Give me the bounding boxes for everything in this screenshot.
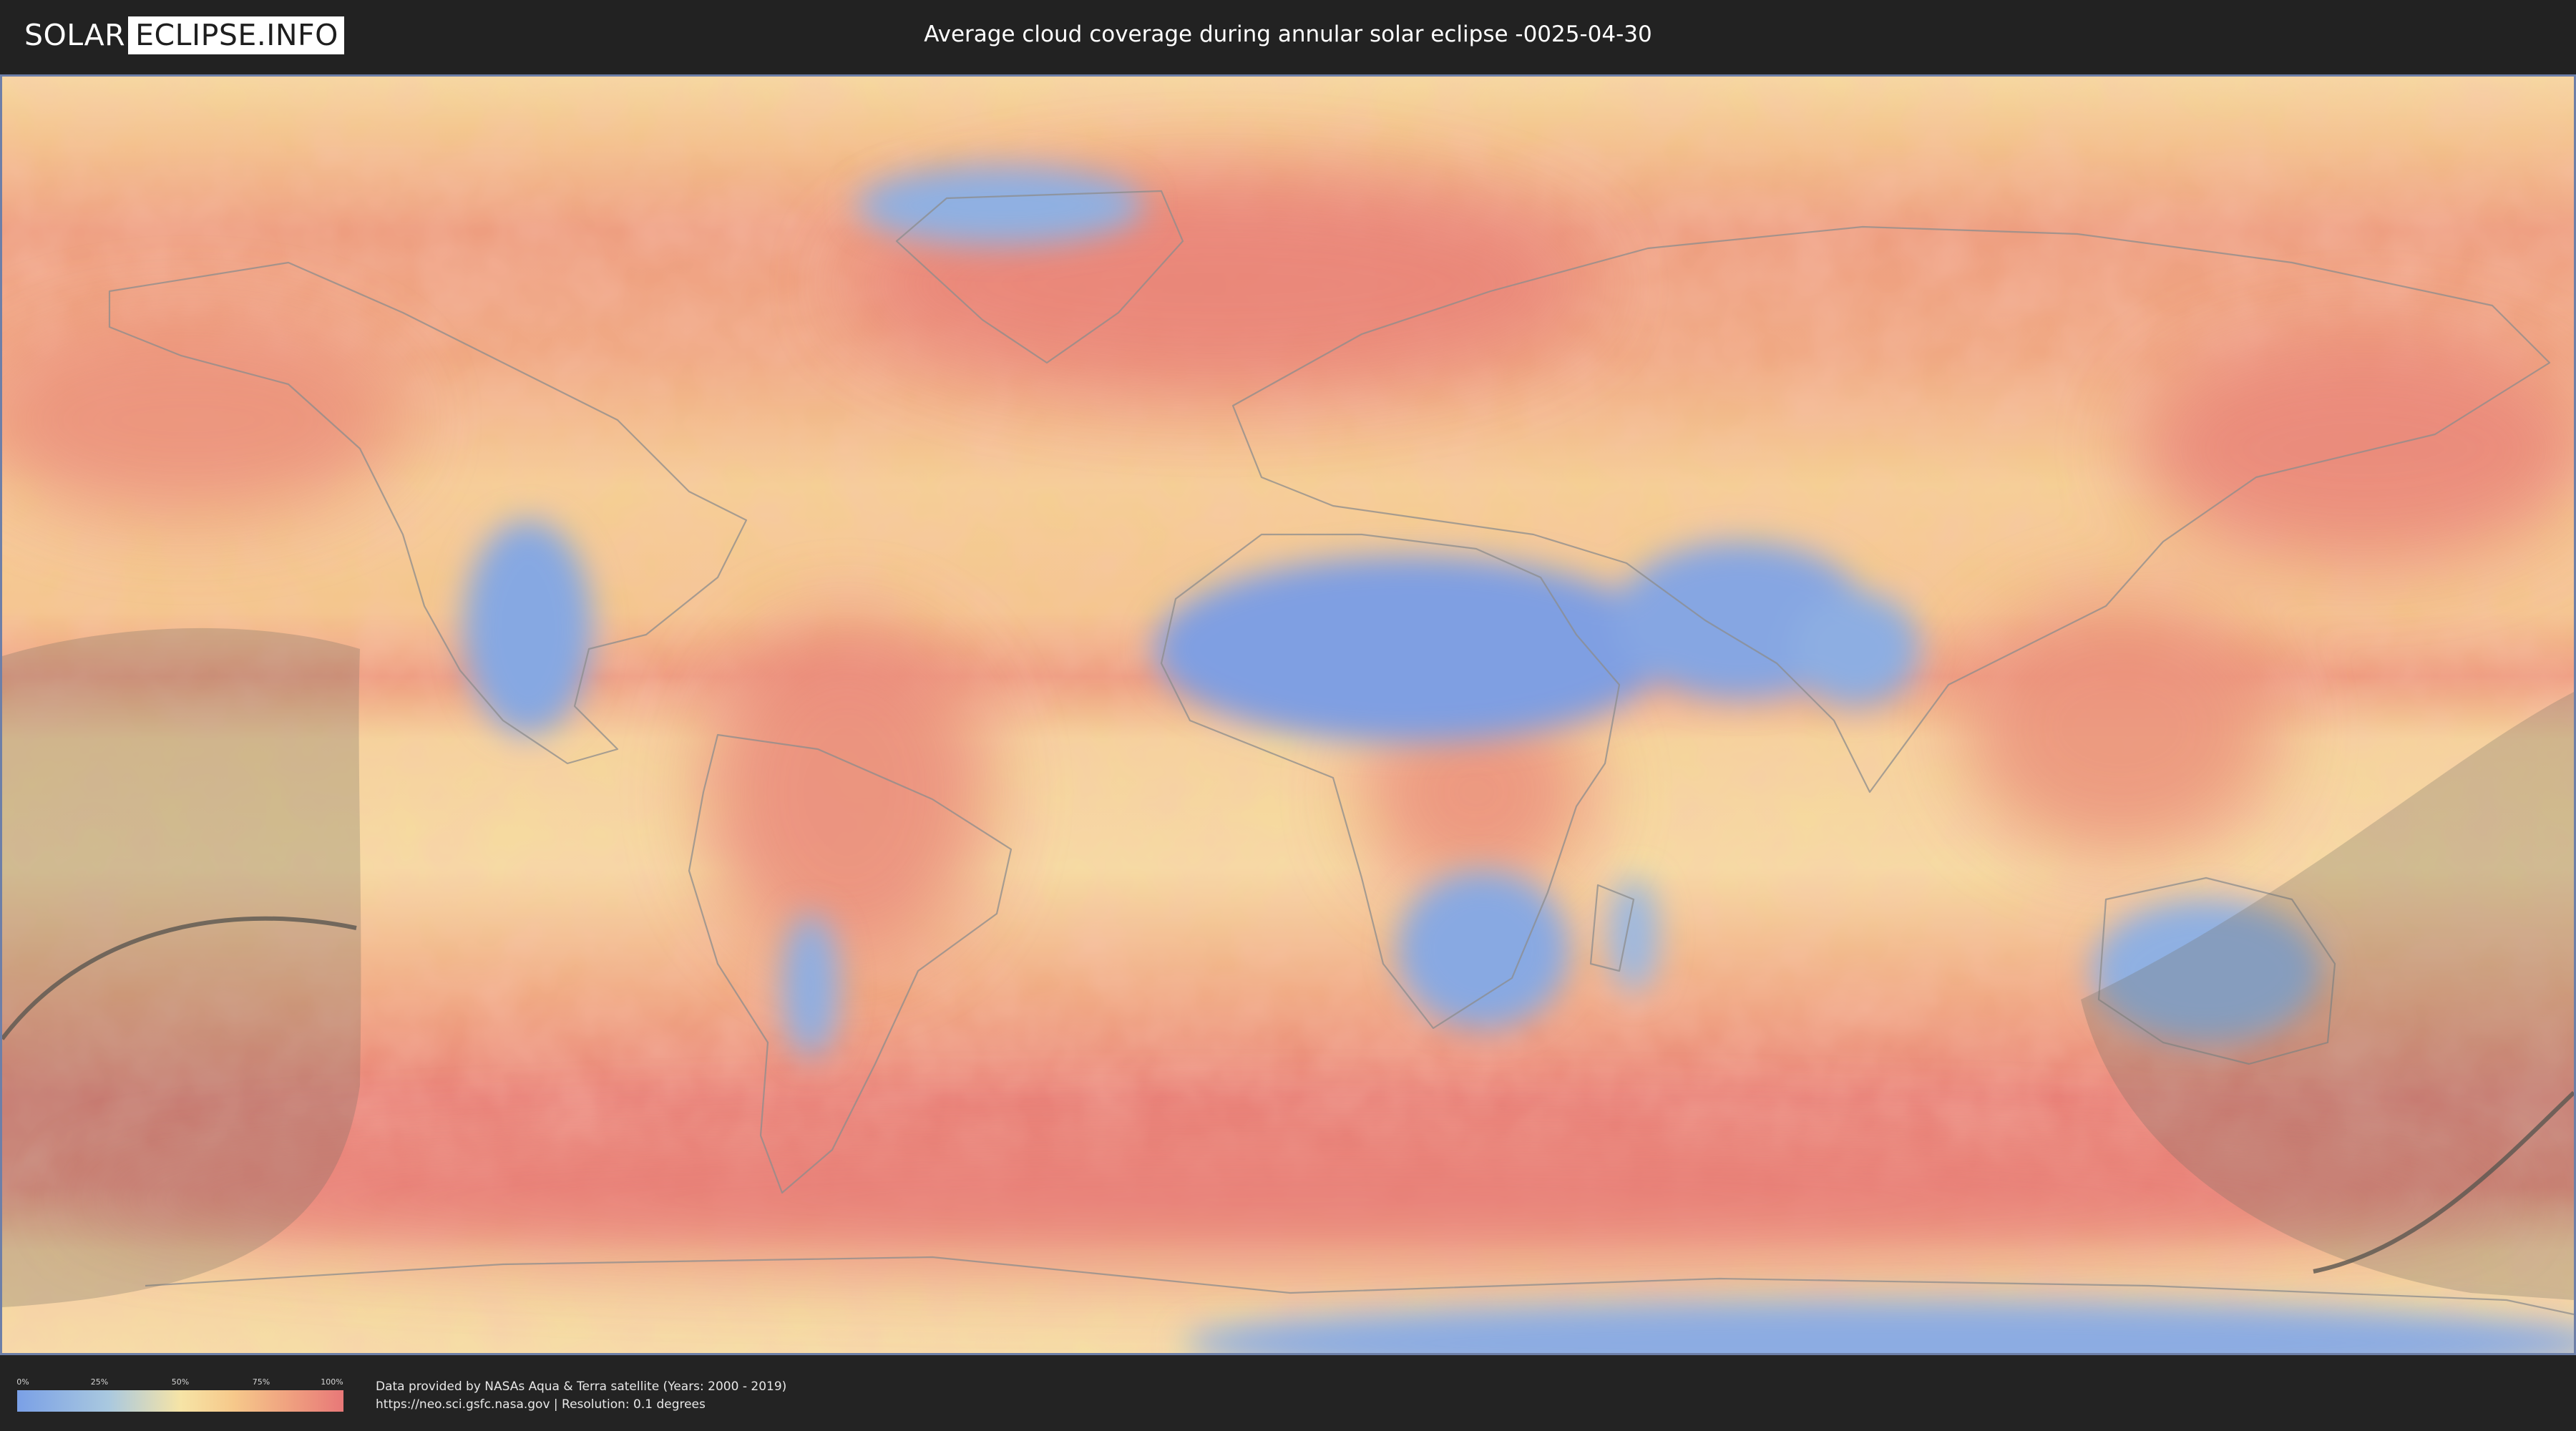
data-source-link[interactable]: https://neo.sci.gsfc.nasa.gov | Resoluti… <box>376 1397 706 1412</box>
cloud-coverage-legend-bar <box>17 1390 343 1412</box>
legend-tick-25: 25% <box>90 1377 109 1387</box>
page-title: Average cloud coverage during annular so… <box>924 21 1652 47</box>
eclipse-zone-west <box>2 627 361 1307</box>
map-frame <box>0 74 2576 1355</box>
header-bar: SOLAR ECLIPSE.INFO Average cloud coverage… <box>0 0 2576 72</box>
legend-tick-100: 100% <box>321 1377 343 1387</box>
legend-tick-50: 50% <box>171 1377 190 1387</box>
data-credit-line: Data provided by NASAs Aqua & Terra sate… <box>376 1379 787 1394</box>
legend-tick-0: 0% <box>16 1377 29 1387</box>
legend-tick-75: 75% <box>252 1377 270 1387</box>
cloud-coverage-map <box>2 77 2574 1353</box>
